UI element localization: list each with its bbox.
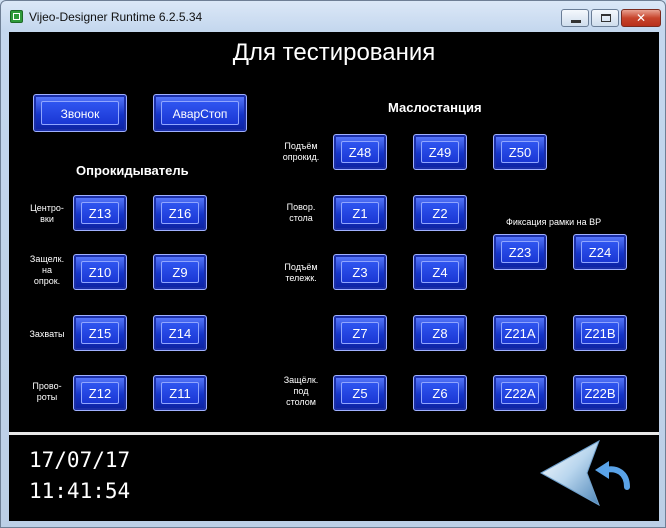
z14-button[interactable]: Z14	[153, 315, 207, 351]
z23-button[interactable]: Z23	[493, 234, 547, 270]
z16-button[interactable]: Z16	[153, 195, 207, 231]
z15-button[interactable]: Z15	[73, 315, 127, 351]
z2-button[interactable]: Z2	[413, 195, 467, 231]
z5-button[interactable]: Z5	[333, 375, 387, 411]
z23-label: Z23	[501, 241, 539, 263]
z13-label: Z13	[81, 202, 119, 224]
z12-label: Z12	[81, 382, 119, 404]
divider	[9, 432, 659, 435]
z21b-label: Z21B	[581, 322, 619, 344]
time-display: 11:41:54	[29, 479, 131, 503]
z15-label: Z15	[81, 322, 119, 344]
hmi-screen: Для тестирования Звонок АварСтоп Опрокид…	[9, 32, 659, 521]
z7-button[interactable]: Z7	[333, 315, 387, 351]
z3-label: Z3	[341, 261, 379, 283]
minimize-icon	[571, 20, 581, 23]
z7-label: Z7	[341, 322, 379, 344]
z4-button[interactable]: Z4	[413, 254, 467, 290]
z22a-button[interactable]: Z22A	[493, 375, 547, 411]
z49-button[interactable]: Z49	[413, 134, 467, 170]
close-button[interactable]: ✕	[621, 9, 661, 27]
z48-label: Z48	[341, 141, 379, 163]
z24-label: Z24	[581, 241, 619, 263]
z12-button[interactable]: Z12	[73, 375, 127, 411]
section-frame-fix: Фиксация рамки на ВР	[506, 217, 602, 227]
maximize-icon	[601, 14, 611, 22]
minimize-button[interactable]	[561, 9, 589, 27]
screen-title: Для тестирования	[232, 39, 436, 66]
z8-button[interactable]: Z8	[413, 315, 467, 351]
z11-button[interactable]: Z11	[153, 375, 207, 411]
emergency-stop-label: АварСтоп	[161, 101, 239, 125]
z6-button[interactable]: Z6	[413, 375, 467, 411]
back-button[interactable]	[539, 437, 633, 509]
z22a-label: Z22A	[501, 382, 539, 404]
z50-button[interactable]: Z50	[493, 134, 547, 170]
window-title: Vijeo-Designer Runtime 6.2.5.34	[29, 10, 203, 24]
section-oil-station: Маслостанция	[388, 100, 482, 115]
z48-button[interactable]: Z48	[333, 134, 387, 170]
z8-label: Z8	[421, 322, 459, 344]
z10-button[interactable]: Z10	[73, 254, 127, 290]
maximize-button[interactable]	[591, 9, 619, 27]
z1-label: Z1	[341, 202, 379, 224]
z22b-button[interactable]: Z22B	[573, 375, 627, 411]
z2-label: Z2	[421, 202, 459, 224]
z14-label: Z14	[161, 322, 199, 344]
z1-button[interactable]: Z1	[333, 195, 387, 231]
date-display: 17/07/17	[29, 448, 131, 472]
z16-label: Z16	[161, 202, 199, 224]
label-lift-tipper: Подъём опрокид.	[282, 141, 320, 162]
label-lift-cart: Подъём тележк.	[284, 262, 318, 283]
z21a-button[interactable]: Z21A	[493, 315, 547, 351]
z10-label: Z10	[81, 261, 119, 283]
close-icon: ✕	[635, 11, 647, 25]
section-tipper: Опрокидыватель	[76, 163, 189, 178]
label-turns: Прово- роты	[32, 381, 62, 402]
z21b-button[interactable]: Z21B	[573, 315, 627, 351]
bell-button-label: Звонок	[41, 101, 119, 125]
label-latch-tipper: Защелк. на опрок.	[29, 254, 65, 286]
z6-label: Z6	[421, 382, 459, 404]
z50-label: Z50	[501, 141, 539, 163]
z9-button[interactable]: Z9	[153, 254, 207, 290]
z11-label: Z11	[161, 382, 199, 404]
z21a-label: Z21A	[501, 322, 539, 344]
emergency-stop-button[interactable]: АварСтоп	[153, 94, 247, 132]
label-centering: Центро- вки	[30, 203, 64, 224]
z13-button[interactable]: Z13	[73, 195, 127, 231]
z3-button[interactable]: Z3	[333, 254, 387, 290]
z5-label: Z5	[341, 382, 379, 404]
back-arrow-icon	[595, 461, 630, 490]
label-latch-under-table: Защёлк. под столом	[283, 375, 319, 407]
app-icon	[10, 10, 23, 23]
app-window: Vijeo-Designer Runtime 6.2.5.34 ✕ Для те…	[0, 0, 666, 528]
label-grips: Захваты	[29, 329, 65, 339]
z22b-label: Z22B	[581, 382, 619, 404]
z9-label: Z9	[161, 261, 199, 283]
z49-label: Z49	[421, 141, 459, 163]
z24-button[interactable]: Z24	[573, 234, 627, 270]
label-turn-table: Повор. стола	[286, 202, 316, 223]
bell-button[interactable]: Звонок	[33, 94, 127, 132]
title-bar[interactable]: Vijeo-Designer Runtime 6.2.5.34 ✕	[1, 1, 665, 31]
z4-label: Z4	[421, 261, 459, 283]
